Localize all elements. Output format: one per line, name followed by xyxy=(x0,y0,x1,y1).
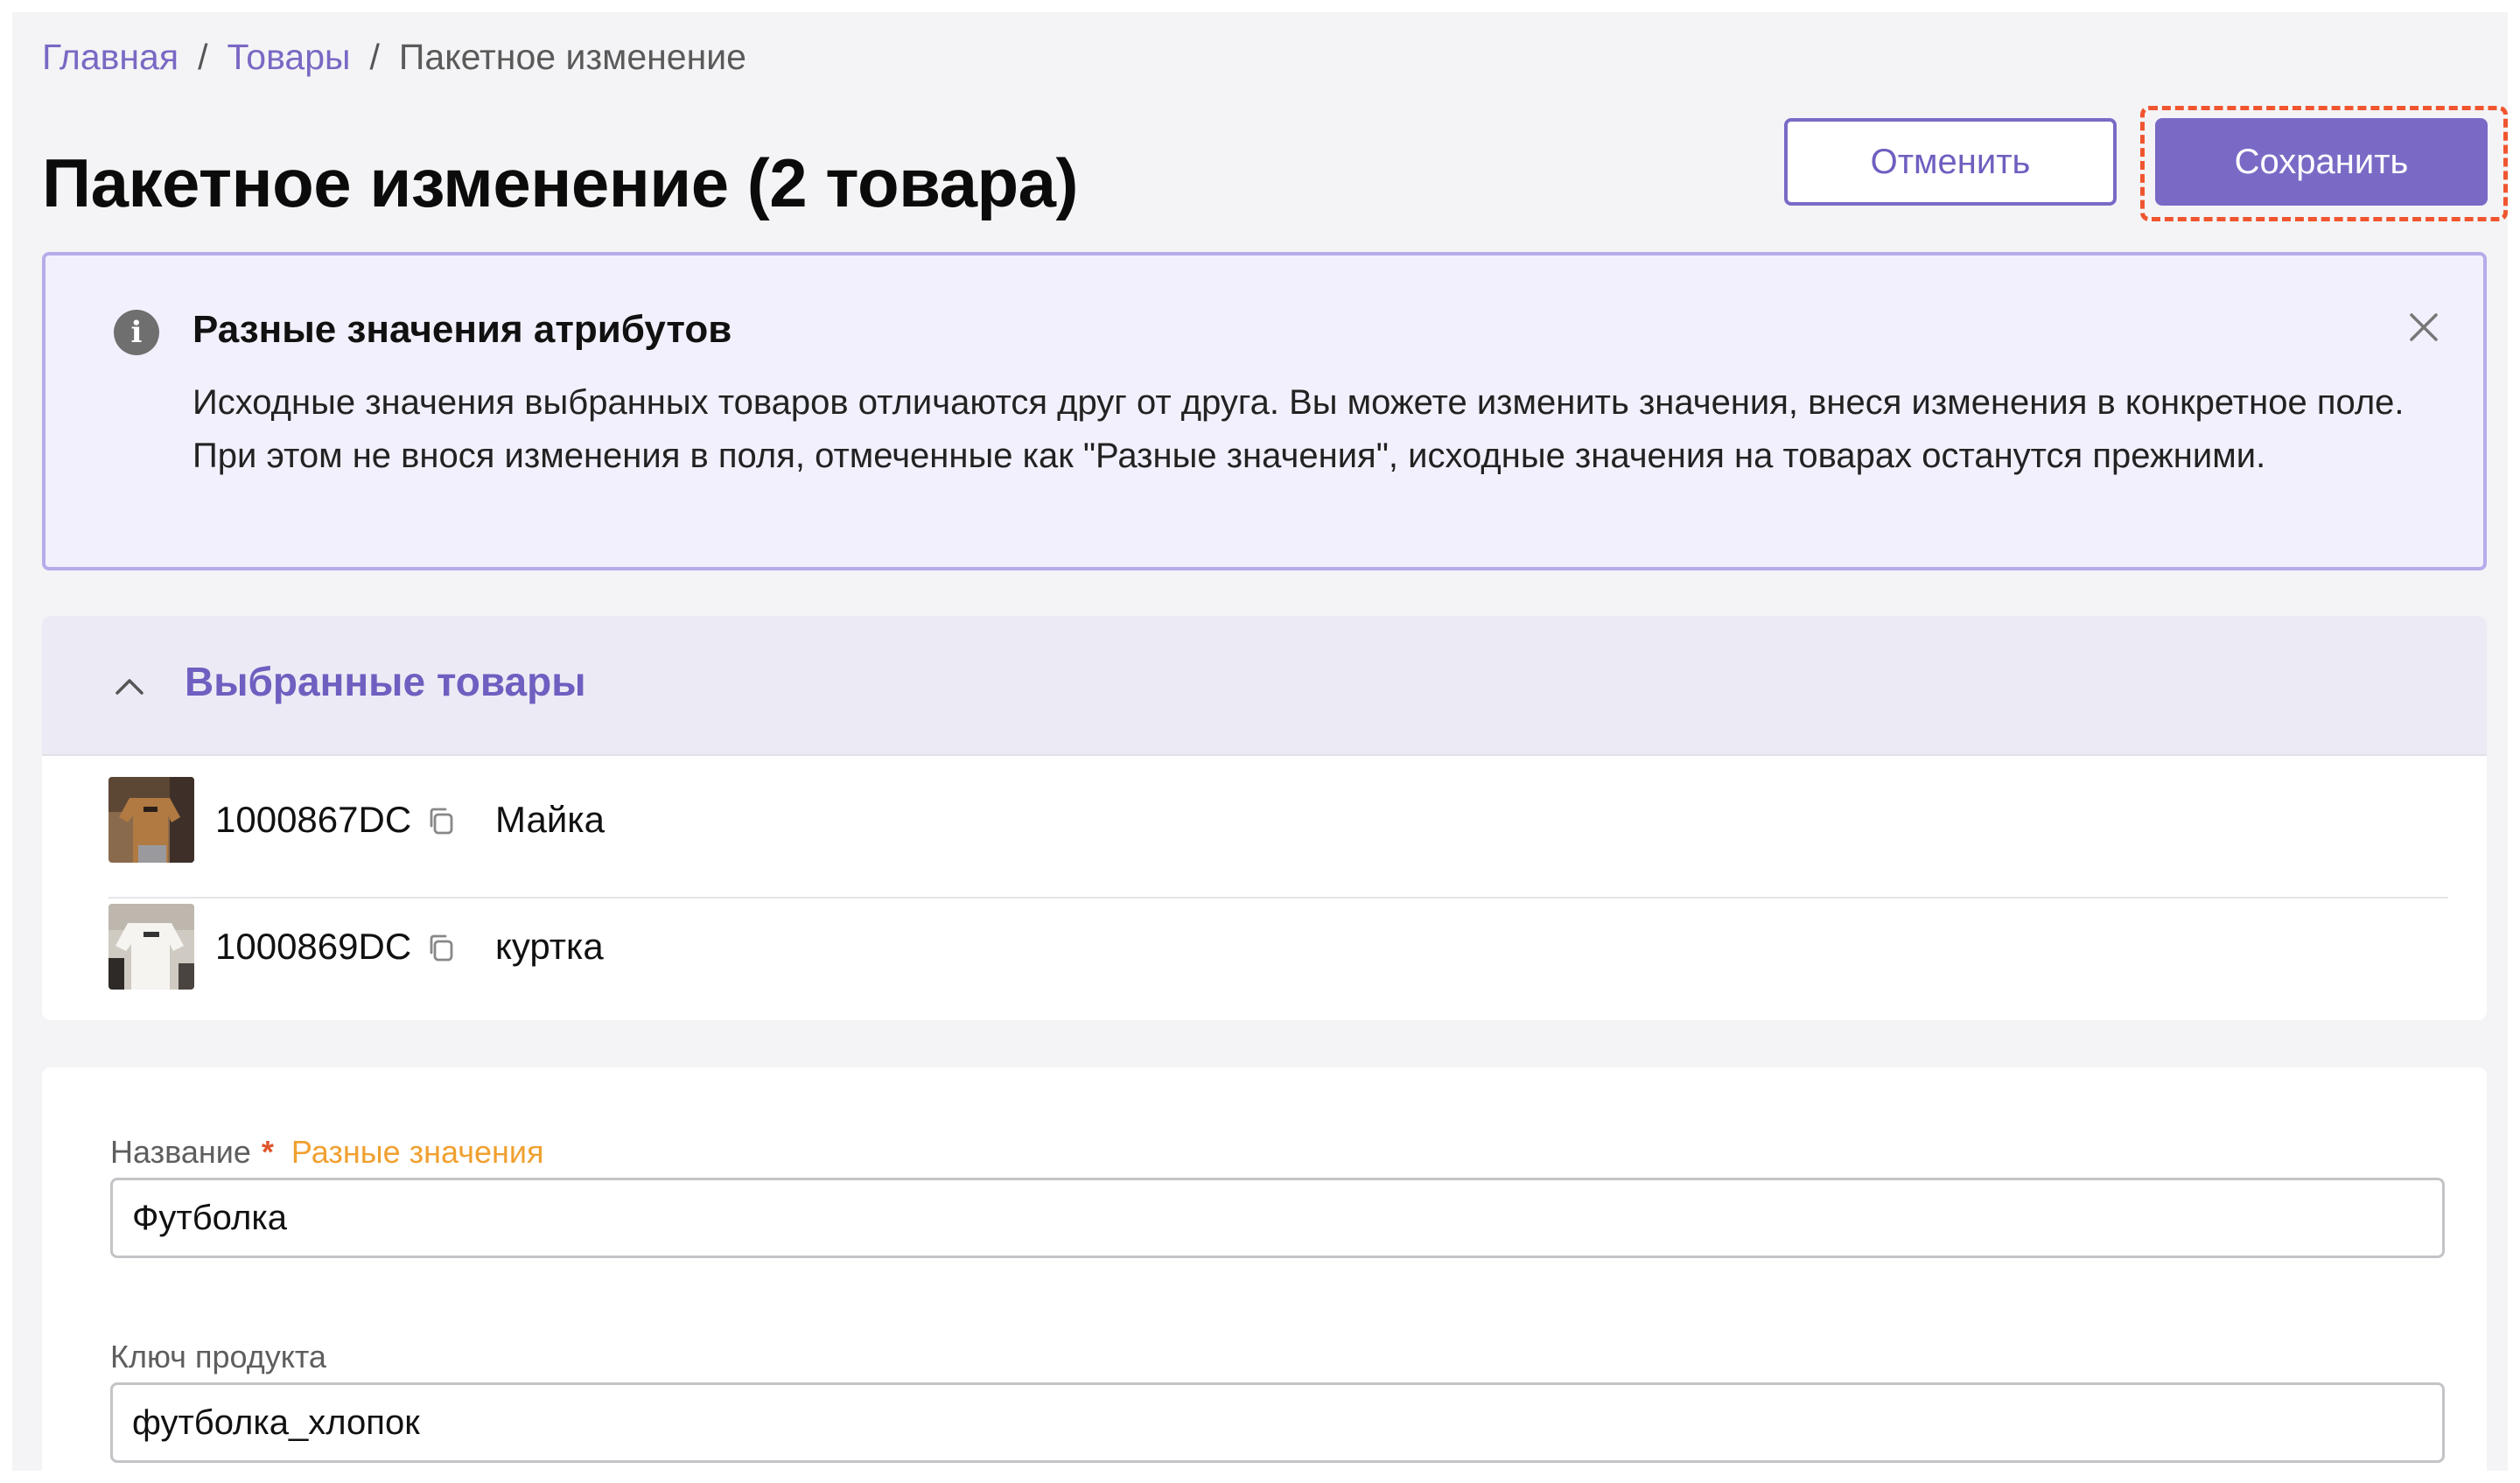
breadcrumb-separator: / xyxy=(198,36,208,77)
product-sku: 1000869DC xyxy=(215,926,412,967)
product-row: 1000869DC куртка xyxy=(42,885,2487,1011)
page-title: Пакетное изменение (2 товара) xyxy=(42,144,1078,221)
copy-icon[interactable] xyxy=(425,932,457,963)
breadcrumb: Главная / Товары / Пакетное изменение xyxy=(42,35,746,79)
selected-products-card: Выбранные товары 1000867DC Майка 1000869… xyxy=(42,616,2487,1020)
product-thumbnail xyxy=(108,904,194,990)
different-values-hint: Разные значения xyxy=(290,1134,544,1170)
product-key-label: Ключ продукта xyxy=(110,1339,326,1375)
product-name: куртка xyxy=(495,926,604,967)
page: Главная / Товары / Пакетное изменение Па… xyxy=(12,12,2508,1471)
breadcrumb-products-link[interactable]: Товары xyxy=(227,37,350,78)
key-field-label-row: Ключ продукта xyxy=(110,1339,326,1375)
alert-text: Исходные значения выбранных товаров отли… xyxy=(192,383,2404,475)
save-button[interactable]: Сохранить xyxy=(2155,118,2488,206)
attributes-form-card: Название * Разные значения Футболка Ключ… xyxy=(42,1067,2487,1471)
product-name: Майка xyxy=(495,799,605,840)
info-alert: i Разные значения атрибутов Исходные зна… xyxy=(42,252,2487,570)
required-mark: * xyxy=(261,1134,274,1170)
name-field-label: Название xyxy=(110,1134,251,1170)
alert-title: Разные значения атрибутов xyxy=(192,308,732,351)
selected-products-header[interactable]: Выбранные товары xyxy=(42,616,2487,756)
breadcrumb-home-link[interactable]: Главная xyxy=(42,37,178,78)
cancel-button[interactable]: Отменить xyxy=(1784,118,2117,206)
copy-icon[interactable] xyxy=(425,805,457,836)
product-thumbnail xyxy=(108,777,194,863)
close-icon[interactable] xyxy=(2403,306,2445,348)
breadcrumb-current: Пакетное изменение xyxy=(398,36,746,77)
breadcrumb-separator: / xyxy=(369,36,380,77)
name-input[interactable]: Футболка xyxy=(110,1178,2445,1258)
name-field-label-row: Название * Разные значения xyxy=(110,1134,544,1171)
product-row: 1000867DC Майка xyxy=(42,758,2487,885)
selected-products-title: Выбранные товары xyxy=(185,659,586,704)
product-sku: 1000867DC xyxy=(215,799,412,840)
chevron-up-icon[interactable] xyxy=(110,667,149,705)
info-icon: i xyxy=(114,310,159,355)
product-key-input[interactable]: футболка_хлопок xyxy=(110,1382,2445,1463)
